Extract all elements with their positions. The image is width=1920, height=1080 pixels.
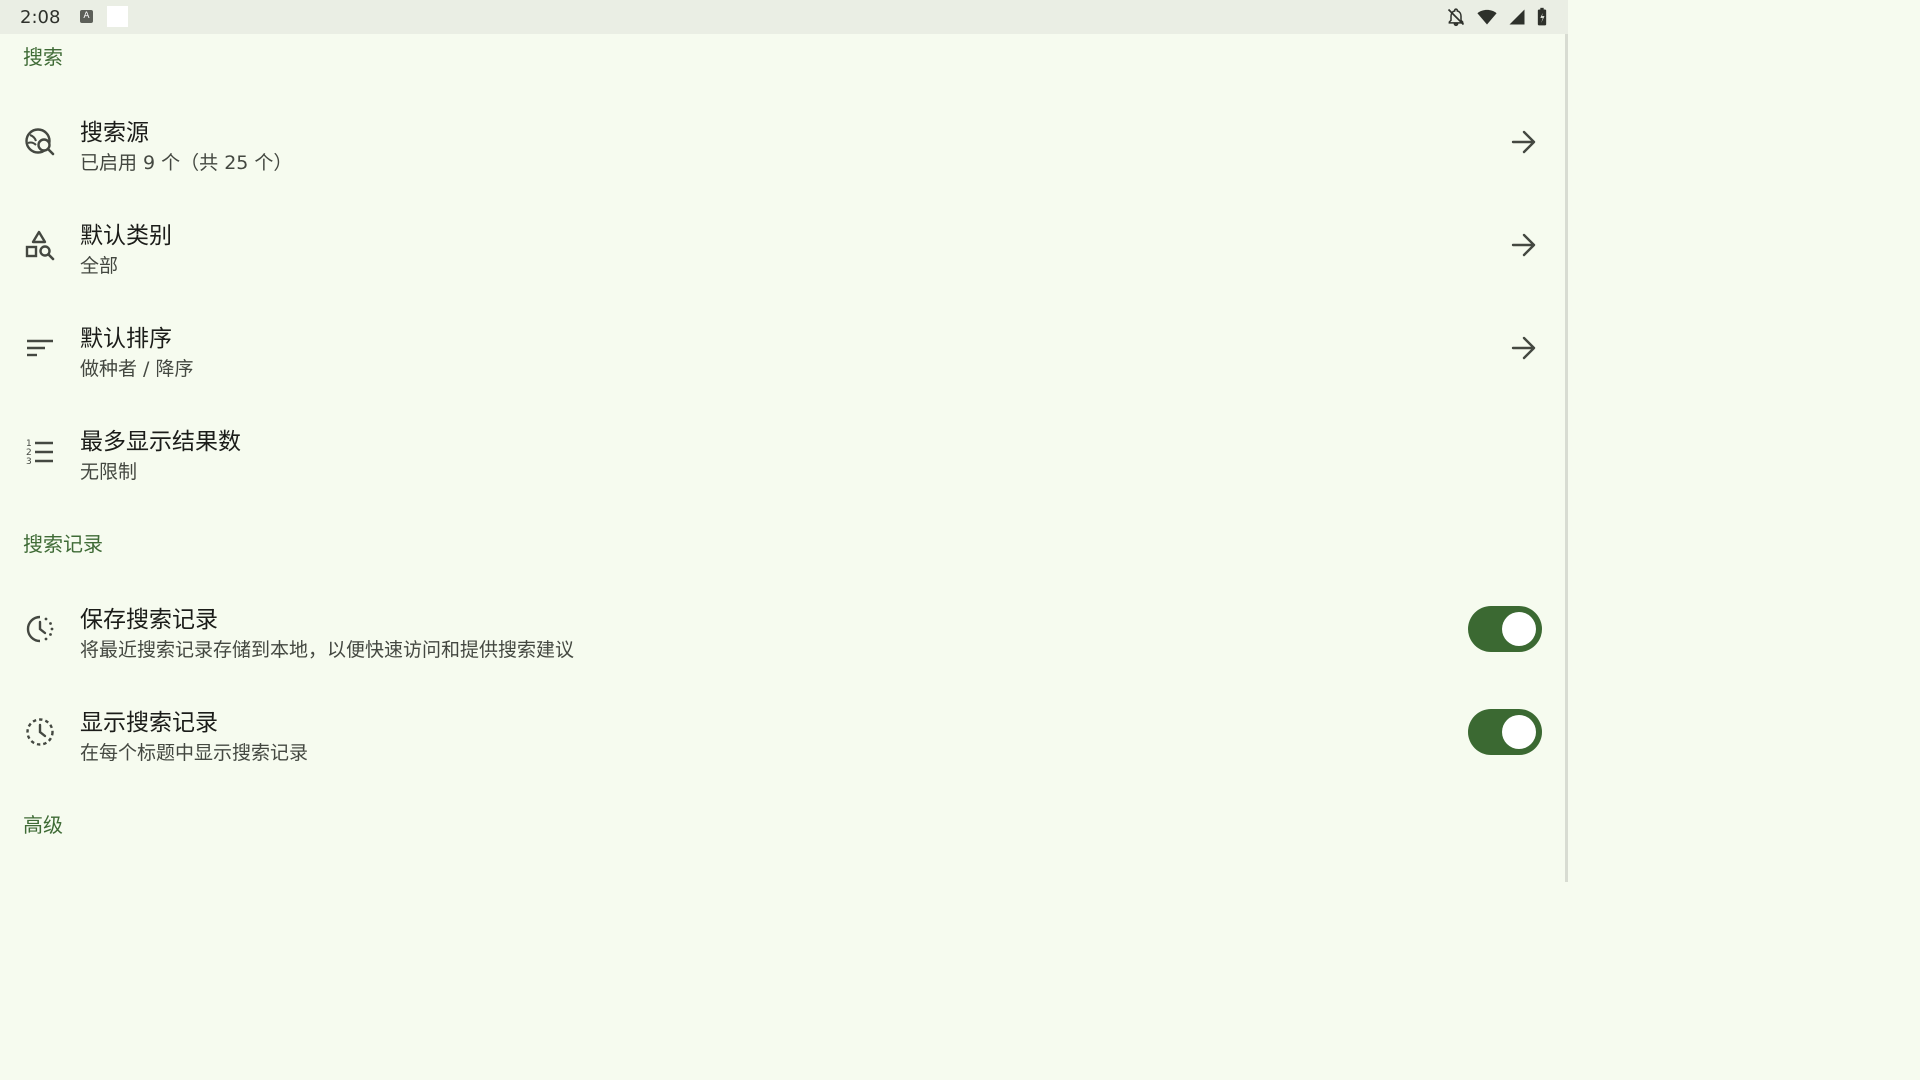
pref-summary: 在每个标题中显示搜索记录 [80, 742, 309, 764]
battery-icon [1537, 7, 1547, 26]
pref-title: 搜索源 [80, 120, 149, 146]
pref-search-sources[interactable]: 搜索源 已启用 9 个（共 25 个） [0, 92, 1565, 192]
format-list-numbered-icon: 1 2 3 [26, 439, 53, 467]
pref-title: 显示搜索记录 [80, 710, 218, 736]
arrow-forward-icon [1511, 233, 1536, 257]
wifi-icon [1477, 9, 1497, 25]
pref-summary: 做种者 / 降序 [80, 358, 194, 380]
section-header-advanced: 高级 [23, 813, 63, 837]
pref-summary: 全部 [80, 255, 119, 277]
pref-title: 保存搜索记录 [80, 607, 218, 633]
travel-explore-icon [25, 128, 55, 156]
switch-knob [1502, 715, 1536, 749]
pref-max-results[interactable]: 1 2 3 最多显示结果数 无限制 [0, 401, 1565, 501]
pref-save-history[interactable]: 保存搜索记录 将最近搜索记录存储到本地，以便快速访问和提供搜索建议 [0, 579, 1565, 679]
pref-summary: 已启用 9 个（共 25 个） [80, 152, 293, 174]
category-search-icon [25, 230, 55, 261]
status-time: 2:08 [20, 7, 61, 28]
pref-title: 默认排序 [80, 326, 172, 352]
pref-summary: 将最近搜索记录存储到本地，以便快速访问和提供搜索建议 [80, 639, 575, 661]
cellular-signal-icon [1509, 9, 1525, 25]
history-toggle-icon [26, 615, 54, 643]
pref-default-sort[interactable]: 默认排序 做种者 / 降序 [0, 298, 1565, 398]
save-history-switch[interactable] [1468, 606, 1542, 652]
section-header-history: 搜索记录 [23, 532, 103, 556]
section-header-search: 搜索 [23, 45, 63, 69]
sort-icon [27, 339, 53, 357]
arrow-forward-icon [1511, 336, 1536, 360]
svg-text:3: 3 [26, 457, 32, 467]
pref-title: 默认类别 [80, 223, 172, 249]
scroll-edge [1565, 34, 1568, 882]
switch-knob [1502, 612, 1536, 646]
pref-summary: 无限制 [80, 461, 138, 483]
show-history-switch[interactable] [1468, 709, 1542, 755]
status-bar: 2:08 A [0, 0, 1568, 34]
arrow-forward-icon [1511, 130, 1536, 154]
status-icons [1446, 7, 1548, 27]
pref-default-category[interactable]: 默认类别 全部 [0, 195, 1565, 295]
pref-title: 最多显示结果数 [80, 429, 241, 455]
notification-placeholder-icon [107, 6, 128, 27]
history-dotted-icon [26, 718, 54, 746]
keyboard-a-icon: A [80, 10, 93, 23]
notifications-off-icon [1447, 8, 1465, 27]
pref-show-history[interactable]: 显示搜索记录 在每个标题中显示搜索记录 [0, 682, 1565, 782]
